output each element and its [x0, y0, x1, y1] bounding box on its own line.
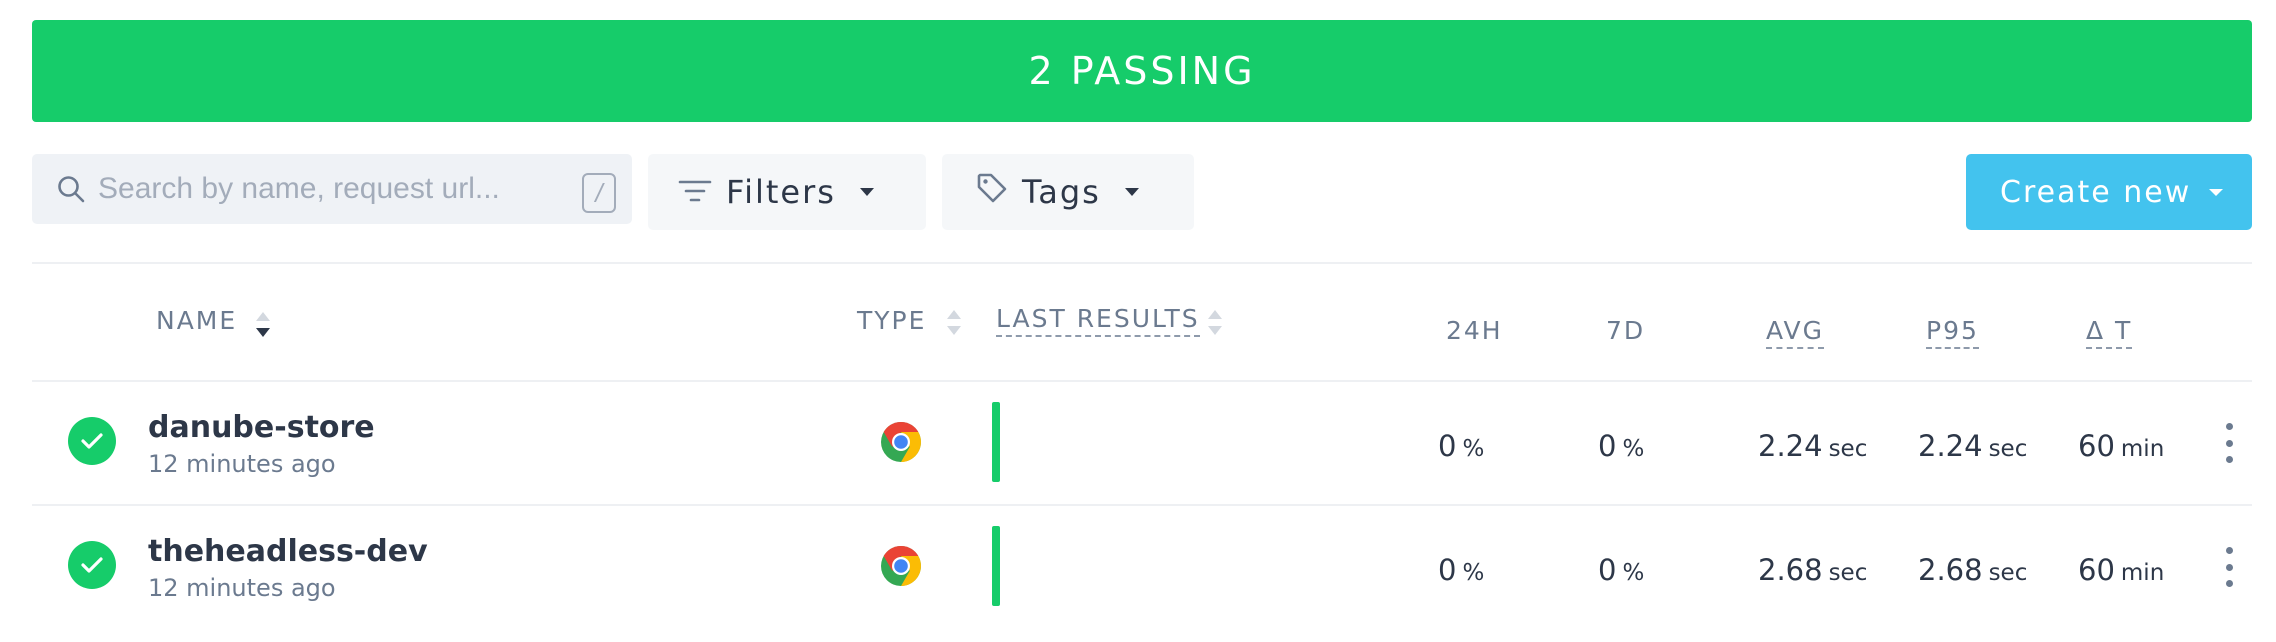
divider: [32, 380, 2252, 382]
status-passing-icon: [68, 417, 116, 465]
avg-response: 2.68 sec: [1758, 553, 1868, 587]
avg-response: 2.24 sec: [1758, 429, 1868, 463]
create-new-label: Create new: [2000, 174, 2192, 210]
column-header-7d: 7D: [1606, 316, 1646, 345]
column-header-p95[interactable]: P95: [1926, 316, 1979, 349]
filter-icon: [678, 173, 712, 211]
status-passing-icon: [68, 541, 116, 589]
tags-dropdown[interactable]: Tags: [942, 154, 1194, 230]
filters-dropdown[interactable]: Filters: [648, 154, 926, 230]
chrome-icon: [880, 421, 922, 463]
divider: [32, 262, 2252, 264]
passing-count-text: 2 PASSING: [1028, 49, 1256, 93]
chrome-icon: [880, 545, 922, 587]
run-interval: 60 min: [2078, 553, 2165, 587]
column-header-avg[interactable]: AVG: [1766, 316, 1824, 349]
divider: [32, 504, 2252, 506]
chevron-down-icon: [859, 188, 874, 196]
sort-icon[interactable]: [947, 310, 961, 338]
search-shortcut-hint: /: [582, 173, 616, 213]
p95-response: 2.24 sec: [1918, 429, 2028, 463]
last-run-time: 12 minutes ago: [148, 574, 336, 602]
passing-banner: 2 PASSING: [32, 20, 2252, 122]
column-header-24h: 24H: [1446, 316, 1503, 345]
uptime-24h: 0%: [1438, 429, 1485, 463]
column-header-delta-t[interactable]: Δ T: [2086, 316, 2133, 349]
tag-icon: [976, 172, 1008, 212]
chevron-down-icon: [2209, 188, 2224, 196]
chevron-down-icon: [1124, 188, 1139, 196]
search-input[interactable]: [98, 154, 578, 224]
search-icon: [56, 174, 86, 209]
uptime-24h: 0%: [1438, 553, 1485, 587]
run-interval: 60 min: [2078, 429, 2165, 463]
column-header-type[interactable]: TYPE: [857, 306, 926, 335]
column-header-last-results[interactable]: LAST RESULTS: [996, 304, 1200, 337]
tags-label: Tags: [1022, 173, 1101, 211]
p95-response: 2.68 sec: [1918, 553, 2028, 587]
check-name[interactable]: theheadless-dev: [148, 534, 428, 569]
result-bar-passed[interactable]: [992, 526, 1000, 606]
check-name[interactable]: danube-store: [148, 410, 375, 445]
more-options-icon[interactable]: [2219, 547, 2239, 587]
sort-icon[interactable]: [1208, 310, 1222, 338]
uptime-7d: 0%: [1598, 429, 1645, 463]
uptime-7d: 0%: [1598, 553, 1645, 587]
search-box[interactable]: /: [32, 154, 632, 224]
filters-label: Filters: [726, 173, 836, 211]
more-options-icon[interactable]: [2219, 423, 2239, 463]
create-new-button[interactable]: Create new: [1966, 154, 2252, 230]
result-bar-passed[interactable]: [992, 402, 1000, 482]
last-run-time: 12 minutes ago: [148, 450, 336, 478]
sort-icon[interactable]: [256, 312, 270, 340]
column-header-name[interactable]: NAME: [156, 306, 237, 335]
